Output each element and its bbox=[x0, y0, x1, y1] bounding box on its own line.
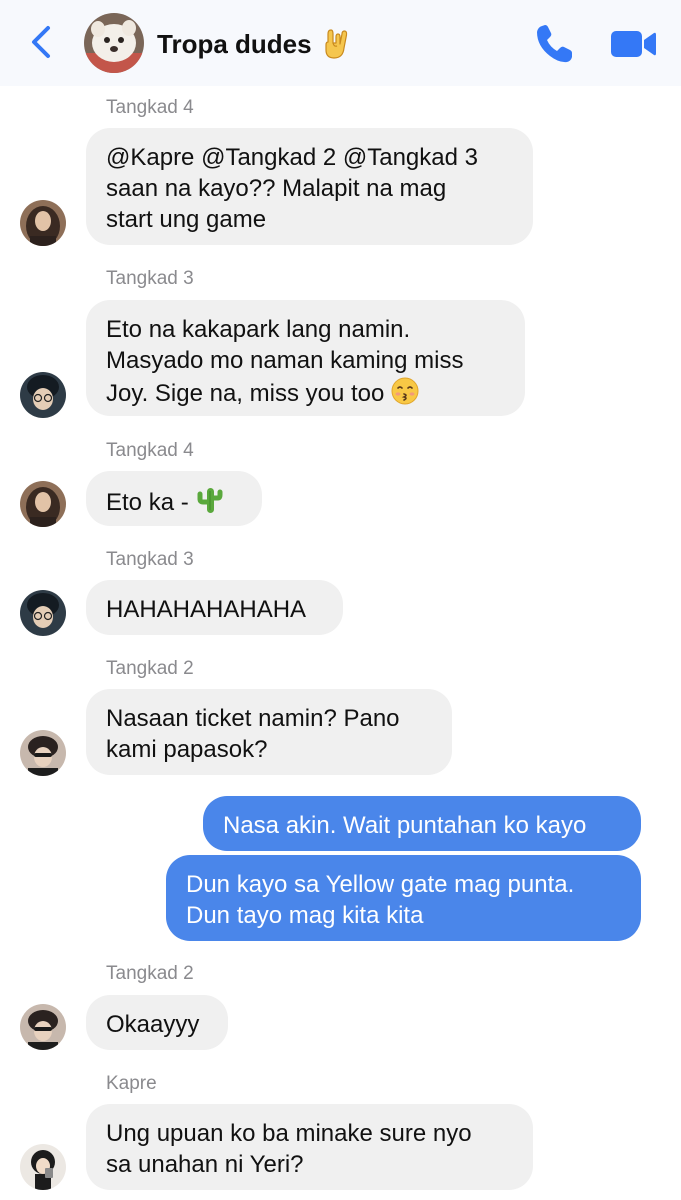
outgoing-message-bubble[interactable]: Nasa akin. Wait puntahan ko kayo bbox=[203, 796, 641, 851]
message-text: Okaayyy bbox=[106, 1011, 200, 1038]
group-avatar[interactable] bbox=[84, 13, 144, 73]
message-text: Nasaan ticket namin? Pano kami papasok? bbox=[106, 705, 400, 763]
sender-name: Tangkad 3 bbox=[106, 549, 194, 570]
chat-title[interactable]: Tropa dudes bbox=[157, 29, 312, 60]
sender-name: Kapre bbox=[106, 1073, 157, 1094]
sender-name: Tangkad 4 bbox=[106, 440, 194, 461]
message-text: Ung upuan ko ba minake sure nyo sa unaha… bbox=[106, 1120, 472, 1178]
sender-avatar[interactable] bbox=[20, 1144, 66, 1190]
sender-name: Tangkad 2 bbox=[106, 658, 194, 679]
sender-name: Tangkad 4 bbox=[106, 97, 194, 118]
incoming-message-bubble[interactable]: HAHAHAHAHAHA bbox=[86, 580, 343, 635]
kissing-face-icon bbox=[391, 377, 419, 405]
rock-on-hand-icon bbox=[324, 29, 347, 59]
video-call-icon[interactable] bbox=[609, 28, 657, 60]
incoming-message-bubble[interactable]: Eto na kakapark lang namin. Masyado mo n… bbox=[86, 300, 525, 416]
chat-title-group[interactable]: Tropa dudes bbox=[157, 24, 350, 64]
message-text: Dun kayo sa Yellow gate mag punta. Dun t… bbox=[186, 871, 575, 929]
incoming-message-bubble[interactable]: Ung upuan ko ba minake sure nyo sa unaha… bbox=[86, 1104, 533, 1190]
phone-call-icon[interactable] bbox=[532, 22, 576, 66]
sender-avatar[interactable] bbox=[20, 1004, 66, 1050]
sender-name: Tangkad 2 bbox=[106, 963, 194, 984]
chat-header: Tropa dudes bbox=[0, 0, 681, 86]
message-text: HAHAHAHAHAHA bbox=[106, 596, 307, 623]
back-chevron-icon[interactable] bbox=[22, 22, 62, 62]
cactus-icon bbox=[197, 488, 223, 513]
incoming-message-bubble[interactable]: @Kapre @Tangkad 2 @Tangkad 3 saan na kay… bbox=[86, 128, 533, 245]
incoming-message-bubble[interactable]: Nasaan ticket namin? Pano kami papasok? bbox=[86, 689, 452, 775]
sender-avatar[interactable] bbox=[20, 590, 66, 636]
sender-avatar[interactable] bbox=[20, 200, 66, 246]
incoming-message-bubble[interactable]: Eto ka - bbox=[86, 471, 262, 526]
incoming-message-bubble[interactable]: Okaayyy bbox=[86, 995, 228, 1050]
sender-avatar[interactable] bbox=[20, 481, 66, 527]
outgoing-message-bubble[interactable]: Dun kayo sa Yellow gate mag punta. Dun t… bbox=[166, 855, 641, 941]
message-text: Eto ka - bbox=[106, 489, 189, 516]
message-text: Nasa akin. Wait puntahan ko kayo bbox=[223, 812, 587, 839]
sender-avatar[interactable] bbox=[20, 372, 66, 418]
sender-avatar[interactable] bbox=[20, 730, 66, 776]
message-text: @Kapre @Tangkad 2 @Tangkad 3 saan na kay… bbox=[106, 144, 478, 233]
sender-name: Tangkad 3 bbox=[106, 268, 194, 289]
